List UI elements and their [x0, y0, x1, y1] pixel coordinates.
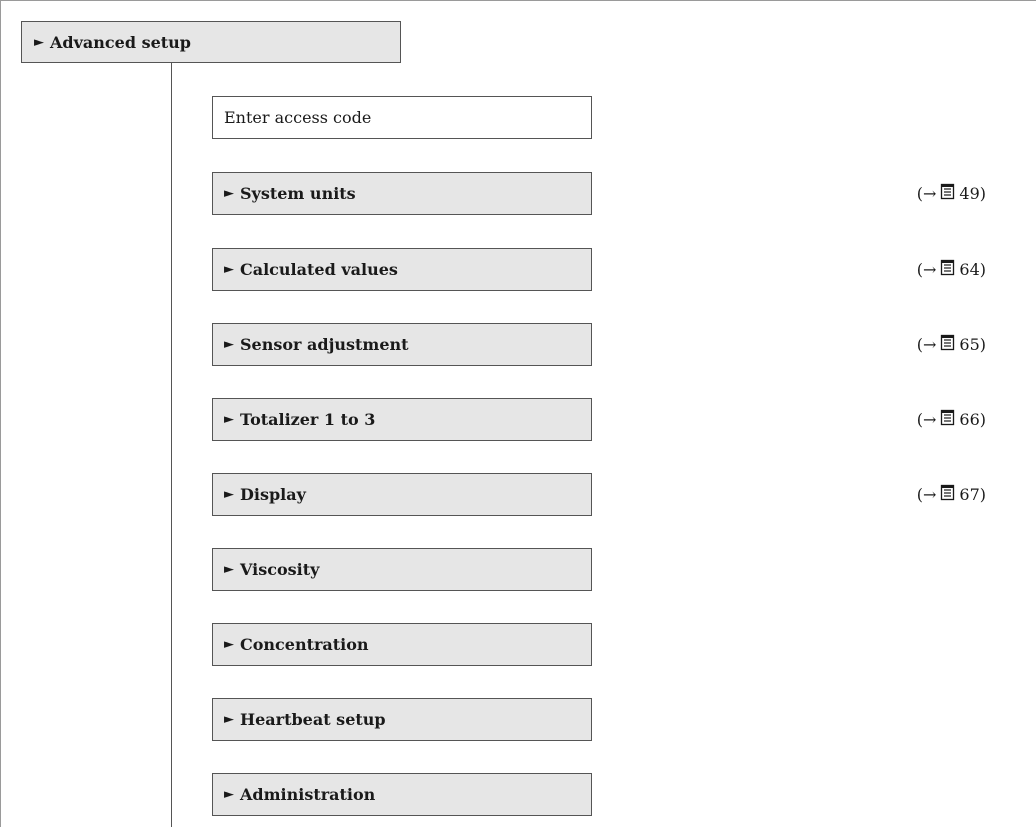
book-page-icon [940, 334, 955, 355]
ref-page-number: 67 [959, 485, 980, 504]
page-reference[interactable]: (→ 49 ) [917, 183, 986, 204]
ref-close: ) [979, 184, 986, 203]
book-page-icon [940, 409, 955, 430]
submenu-totalizer-1-to-3[interactable]: ► Totalizer 1 to 3 [212, 398, 592, 441]
right-triangle-icon: ► [34, 34, 44, 50]
ref-page-number: 66 [959, 410, 980, 429]
right-triangle-icon: ► [224, 712, 234, 727]
right-triangle-icon: ► [224, 487, 234, 502]
frame-top-border [0, 0, 1036, 1]
submenu-sensor-adjustment[interactable]: ► Sensor adjustment [212, 323, 592, 366]
ref-open: (→ [916, 184, 937, 203]
ref-open: (→ [916, 410, 937, 429]
ref-open: (→ [916, 485, 937, 504]
submenu-concentration[interactable]: ► Concentration [212, 623, 592, 666]
param-enter-access-code[interactable]: Enter access code [212, 96, 592, 139]
book-page-icon [940, 484, 955, 505]
right-triangle-icon: ► [224, 186, 234, 201]
item-label: Sensor adjustment [240, 335, 409, 354]
page-reference[interactable]: (→ 66 ) [917, 409, 986, 430]
right-triangle-icon: ► [224, 787, 234, 802]
right-triangle-icon: ► [224, 337, 234, 352]
book-page-icon [940, 183, 955, 204]
submenu-system-units[interactable]: ► System units [212, 172, 592, 215]
item-label: Calculated values [240, 260, 398, 279]
page-reference[interactable]: (→ 64 ) [917, 259, 986, 280]
item-label: Viscosity [240, 560, 320, 579]
ref-page-number: 49 [959, 184, 980, 203]
submenu-heartbeat-setup[interactable]: ► Heartbeat setup [212, 698, 592, 741]
tree-connector-line [171, 63, 172, 827]
ref-close: ) [979, 410, 986, 429]
menu-header-label: Advanced setup [50, 32, 191, 52]
ref-close: ) [979, 335, 986, 354]
right-triangle-icon: ► [224, 412, 234, 427]
ref-close: ) [979, 260, 986, 279]
ref-open: (→ [916, 335, 937, 354]
item-label: Display [240, 485, 306, 504]
right-triangle-icon: ► [224, 262, 234, 277]
submenu-administration[interactable]: ► Administration [212, 773, 592, 816]
right-triangle-icon: ► [224, 562, 234, 577]
page-reference[interactable]: (→ 67 ) [917, 484, 986, 505]
frame-left-border [0, 0, 1, 827]
item-label: Heartbeat setup [240, 710, 386, 729]
book-page-icon [940, 259, 955, 280]
menu-header-advanced-setup[interactable]: ► Advanced setup [21, 21, 401, 63]
ref-page-number: 65 [959, 335, 980, 354]
page-reference[interactable]: (→ 65 ) [917, 334, 986, 355]
submenu-viscosity[interactable]: ► Viscosity [212, 548, 592, 591]
ref-open: (→ [916, 260, 937, 279]
ref-close: ) [979, 485, 986, 504]
item-label: Concentration [240, 635, 369, 654]
submenu-display[interactable]: ► Display [212, 473, 592, 516]
submenu-calculated-values[interactable]: ► Calculated values [212, 248, 592, 291]
item-label: Administration [240, 785, 376, 804]
right-triangle-icon: ► [224, 637, 234, 652]
item-label: Totalizer 1 to 3 [240, 410, 376, 429]
ref-page-number: 64 [959, 260, 980, 279]
item-label: System units [240, 184, 356, 203]
item-label: Enter access code [224, 108, 372, 127]
